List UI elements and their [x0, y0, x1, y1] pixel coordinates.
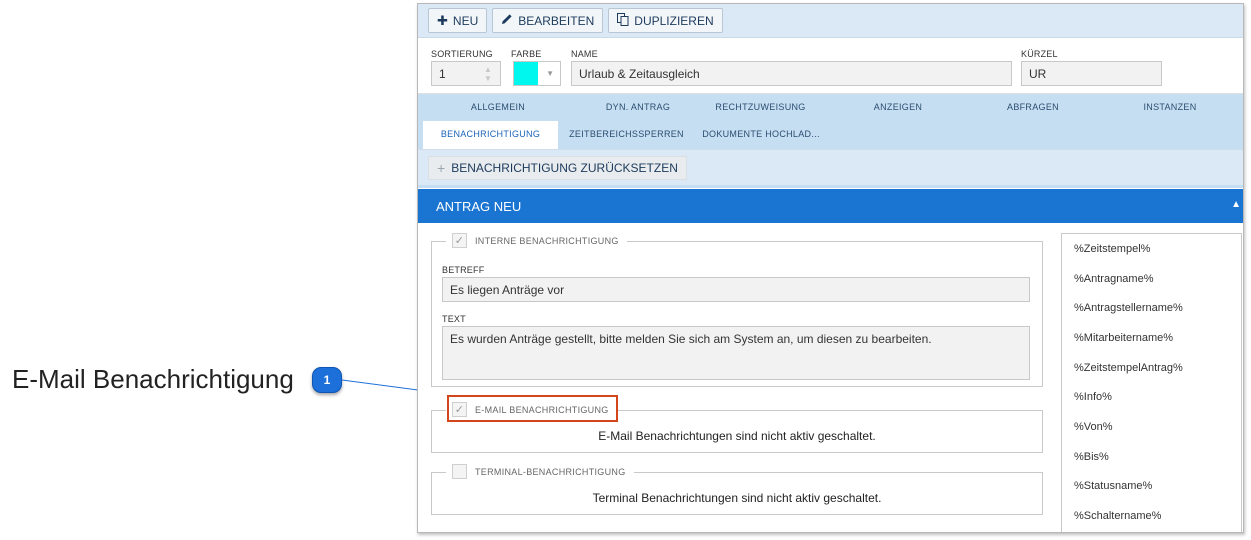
- app-window: ✚ NEU BEARBEITEN DUPLIZIEREN SORTIERUNG …: [417, 3, 1244, 533]
- placeholder-item[interactable]: %Von%: [1062, 412, 1241, 442]
- notification-body: ✓ INTERNE BENACHRICHTIGUNG BETREFF Es li…: [418, 223, 1243, 532]
- callout-label: E-Mail Benachrichtigung: [12, 364, 294, 394]
- placeholder-item[interactable]: %Antragstellername%: [1062, 293, 1241, 323]
- screenshot-stage: E-Mail Benachrichtigung 1 ✚ NEU BEARBEIT…: [0, 0, 1251, 540]
- sort-value: 1: [439, 66, 446, 81]
- reset-notification-button[interactable]: + BENACHRICHTIGUNG ZURÜCKSETZEN: [428, 156, 687, 180]
- copy-icon: [617, 12, 629, 29]
- edit-button[interactable]: BEARBEITEN: [492, 8, 604, 33]
- tab-bar: ALLGEMEIN DYN. ANTRAG RECHTZUWEISUNG ANZ…: [418, 94, 1243, 188]
- sort-stepper[interactable]: 1 ▲ ▼: [431, 61, 501, 86]
- text-label: TEXT: [442, 314, 466, 324]
- edit-button-label: BEARBEITEN: [518, 13, 595, 28]
- placeholder-item[interactable]: %ZeitstempelAntrag%: [1062, 353, 1241, 383]
- tab-dokumente-hochladen[interactable]: DOKUMENTE HOCHLAD...: [696, 121, 826, 148]
- placeholder-list: %Zeitstempel% %Antragname% %Antragstelle…: [1061, 233, 1242, 532]
- placeholder-item[interactable]: %Schaltername%: [1062, 501, 1241, 531]
- email-status-message: E-Mail Benachrichtungen sind nicht aktiv…: [598, 429, 876, 443]
- tab-rechtzuweisung[interactable]: RECHTZUWEISUNG: [703, 94, 818, 121]
- duplicate-button-label: DUPLIZIEREN: [634, 13, 714, 28]
- email-highlight-box: [447, 395, 618, 422]
- color-swatch: [514, 62, 538, 85]
- short-field[interactable]: UR: [1021, 61, 1162, 86]
- dropdown-arrow-icon: ▼: [546, 69, 554, 78]
- terminal-notification-legend: TERMINAL-BENACHRICHTIGUNG: [446, 464, 634, 479]
- text-area[interactable]: Es wurden Anträge gestellt, bitte melden…: [442, 326, 1030, 380]
- callout-badge: 1: [312, 367, 342, 393]
- placeholder-item[interactable]: %Zeitstempel%: [1062, 234, 1241, 264]
- internal-notification-checkbox[interactable]: ✓: [452, 233, 467, 248]
- placeholder-item[interactable]: %Statusname%: [1062, 472, 1241, 502]
- short-label: KÜRZEL: [1021, 49, 1058, 59]
- plus-icon: +: [437, 160, 446, 176]
- placeholder-item[interactable]: %Mitarbeitername%: [1062, 323, 1241, 353]
- header-fields: SORTIERUNG 1 ▲ ▼ FARBE ▼ NAME Urlaub & Ze…: [418, 38, 1243, 94]
- check-icon: ✓: [454, 235, 465, 247]
- tab-allgemein[interactable]: ALLGEMEIN: [448, 94, 548, 121]
- reset-button-label: BENACHRICHTIGUNG ZURÜCKSETZEN: [451, 161, 678, 175]
- subject-label: BETREFF: [442, 265, 485, 275]
- plus-icon: ✚: [437, 12, 448, 28]
- subject-field[interactable]: Es liegen Anträge vor: [442, 277, 1030, 302]
- color-picker[interactable]: ▼: [513, 61, 561, 86]
- tab-benachrichtigung[interactable]: BENACHRICHTIGUNG: [423, 121, 558, 149]
- toolbar: ✚ NEU BEARBEITEN DUPLIZIEREN: [418, 4, 1243, 38]
- internal-notification-group: ✓ INTERNE BENACHRICHTIGUNG BETREFF Es li…: [431, 233, 1043, 387]
- internal-notification-label: INTERNE BENACHRICHTIGUNG: [475, 235, 619, 246]
- terminal-notification-group: TERMINAL-BENACHRICHTIGUNG Terminal Benac…: [431, 464, 1043, 515]
- name-field[interactable]: Urlaub & Zeitausgleich: [571, 61, 1012, 86]
- stepper-arrows-icon[interactable]: ▲ ▼: [478, 63, 498, 84]
- collapse-icon[interactable]: ▲: [1231, 199, 1241, 210]
- terminal-notification-label: TERMINAL-BENACHRICHTIGUNG: [475, 466, 626, 477]
- tab-zeitbereichssperren[interactable]: ZEITBEREICHSSPERREN: [564, 121, 689, 148]
- tab-dyn-antrag[interactable]: DYN. ANTRAG: [578, 94, 698, 121]
- name-label: NAME: [571, 49, 598, 59]
- tab-abfragen[interactable]: ABFRAGEN: [983, 94, 1083, 121]
- color-label: FARBE: [511, 49, 542, 59]
- tab-anzeigen[interactable]: ANZEIGEN: [848, 94, 948, 121]
- duplicate-button[interactable]: DUPLIZIEREN: [608, 8, 723, 33]
- pencil-icon: [501, 13, 513, 28]
- section-header[interactable]: ANTRAG NEU ▲: [418, 189, 1243, 223]
- placeholder-item[interactable]: %Bis%: [1062, 442, 1241, 472]
- section-title: ANTRAG NEU: [436, 198, 522, 214]
- internal-notification-legend: ✓ INTERNE BENACHRICHTIGUNG: [446, 233, 627, 248]
- tab-instanzen[interactable]: INSTANZEN: [1120, 94, 1220, 121]
- action-bar: + BENACHRICHTIGUNG ZURÜCKSETZEN: [418, 149, 1243, 185]
- new-button-label: NEU: [452, 13, 479, 28]
- terminal-status-message: Terminal Benachrichtungen sind nicht akt…: [592, 491, 882, 505]
- placeholder-item[interactable]: %Info%: [1062, 382, 1241, 412]
- placeholder-item[interactable]: %Antragname%: [1062, 264, 1241, 294]
- terminal-notification-checkbox[interactable]: [452, 464, 467, 479]
- new-button[interactable]: ✚ NEU: [428, 8, 488, 33]
- sort-label: SORTIERUNG: [431, 49, 493, 59]
